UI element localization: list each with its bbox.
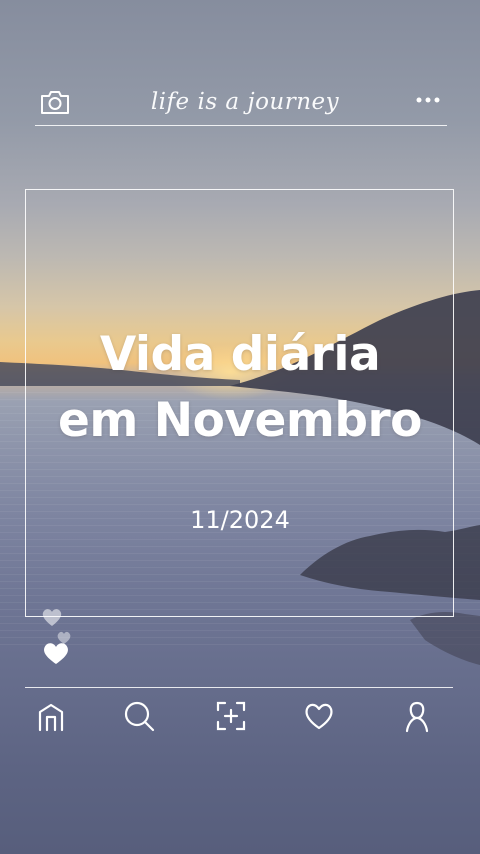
nav-add[interactable] — [214, 698, 248, 734]
home-icon — [38, 703, 64, 732]
more-dots-icon[interactable] — [415, 92, 441, 108]
nav-favorites[interactable] — [302, 698, 336, 734]
heart-icon — [305, 703, 333, 730]
card-title: Vida diária em Novembro — [0, 322, 480, 454]
user-icon — [405, 701, 429, 733]
title-line-1: Vida diária — [99, 327, 381, 382]
search-icon — [124, 701, 155, 732]
title-line-2: em Novembro — [58, 393, 422, 448]
top-bar: life is a journey — [35, 80, 447, 126]
hearts-icon[interactable] — [38, 608, 82, 670]
nav-divider — [25, 687, 453, 688]
add-square-icon — [216, 701, 246, 731]
nav-search[interactable] — [122, 698, 156, 734]
nav-profile[interactable] — [400, 698, 434, 734]
card-date: 11/2024 — [190, 506, 290, 534]
bottom-nav — [0, 698, 480, 738]
tagline: life is a journey — [150, 89, 340, 115]
camera-icon[interactable] — [39, 88, 71, 116]
nav-home[interactable] — [34, 698, 68, 734]
